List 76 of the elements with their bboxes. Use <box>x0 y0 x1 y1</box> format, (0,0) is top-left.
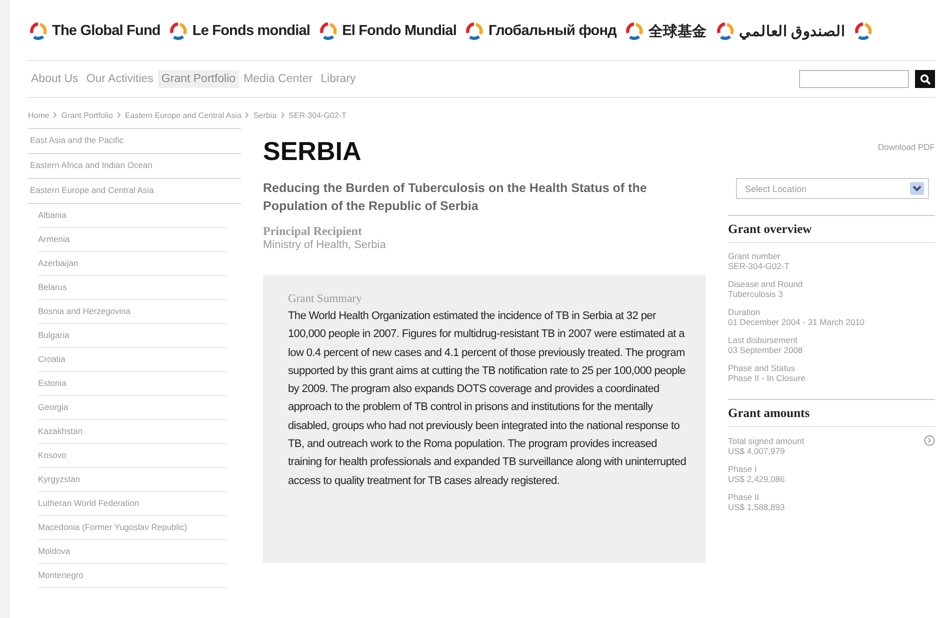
chevron-icon <box>53 112 58 118</box>
field-value: US$ 2,429,086 <box>728 474 786 484</box>
section-heading: Grant amounts <box>728 399 935 427</box>
sidebar-subitem[interactable]: Moldova <box>38 540 227 564</box>
logo-swirl-icon <box>624 21 644 41</box>
logo-wordmark: 全球基金 <box>648 22 707 40</box>
info-icon[interactable] <box>924 435 935 446</box>
search-button[interactable] <box>915 70 935 88</box>
download-link[interactable]: Download PDF <box>878 142 935 152</box>
logo-wordmark: Глобальный фонд <box>488 23 616 39</box>
logo-wordmark: Le Fonds mondial <box>192 23 310 39</box>
sidebar-item[interactable]: Eastern Africa and Indian Ocean <box>28 153 241 178</box>
field-value: Tuberculosis 3 <box>728 289 784 299</box>
logo-swirl-icon <box>168 21 188 41</box>
breadcrumb-link[interactable]: SER-304-G02-T <box>288 110 346 120</box>
breadcrumb-link[interactable]: Eastern Europe and Central Asia <box>124 110 242 120</box>
field-label: Grant number <box>728 251 780 261</box>
sidebar-subitem[interactable]: Lutheran World Federation <box>38 492 227 516</box>
logo-swirl-icon <box>852 21 873 41</box>
sidebar-subitem[interactable]: Montenegro <box>38 564 227 588</box>
chevron-icon <box>245 112 250 118</box>
breadcrumb-link[interactable]: Serbia <box>253 110 277 120</box>
breadcrumb-link[interactable]: Home <box>28 110 50 120</box>
sidebar-subitem[interactable]: Bulgaria <box>38 324 227 348</box>
field-value: 03 September 2008 <box>728 345 804 355</box>
sidebar-subitem[interactable]: Croatia <box>38 348 227 372</box>
nav-tab[interactable]: Our Activities <box>83 70 156 88</box>
sidebar-subitem[interactable]: Georgia <box>38 396 227 420</box>
summary-heading: Grant Summary <box>288 293 363 305</box>
sidebar-subitem[interactable]: Belarus <box>38 276 227 300</box>
field-label: Last disbursement <box>728 335 798 345</box>
sidebar-item[interactable]: East Asia and the Pacific <box>28 128 241 153</box>
field-value: US$ 4,007,979 <box>728 446 786 456</box>
field-value: 01 December 2004 - 31 March 2010 <box>728 317 866 327</box>
nav-tab[interactable]: Media Center <box>240 70 316 88</box>
chevron-icon <box>280 112 285 118</box>
sidebar-subitem[interactable]: Kyrgyzstan <box>38 468 227 492</box>
sidebar-subitem[interactable]: Bosnia and Herzegovina <box>38 300 227 324</box>
logo-swirl-icon <box>464 21 484 41</box>
field-label: Phase I <box>728 464 757 474</box>
field-label: Disease and Round <box>728 279 803 289</box>
sidebar-subitem[interactable]: Armenia <box>38 228 227 252</box>
page-title: SERBIA <box>262 136 362 167</box>
sidebar-subitem[interactable]: Macedonia (Former Yugoslav Republic) <box>38 516 227 540</box>
logo-wordmark: El Fondo Mundial <box>342 23 456 39</box>
breadcrumb-link[interactable]: Grant Portfolio <box>61 110 113 120</box>
chevron-icon <box>116 112 121 118</box>
summary-text: The World Health Organization estimated the incidence of TB in Serbia at 32 per 100,000 people in 2007. Figures for multidrug-resistant TB in 2007 were estimated at a low 0.4 percent of new cases and 4.1 percent of those previously treated. The program supported by this grant aims at cutting the TB notification rate to 25 per 100,000 people by 2009. The program also expands DOTS coverage and provides a coordinated approach to the problem of TB control in prisons and institutions for the mentally disabled, groups who had not previously been integrated into the national response to TB, and outreach work to the Roma population. The program provides increased training for health professionals and expanded TB surveillance along with uninterrupted access to quality treatment for TB cases already registered. <box>288 309 688 489</box>
logo-wordmark: The Global Fund <box>52 23 160 39</box>
field-label: Phase II <box>728 492 760 502</box>
sidebar-subitem[interactable]: Estonia <box>38 372 227 396</box>
nav-tab[interactable]: Library <box>318 70 359 88</box>
recipient-label: Principal Recipient <box>262 224 363 239</box>
nav-tab[interactable]: About Us <box>28 70 82 88</box>
search-icon <box>920 74 930 84</box>
field-label: Duration <box>728 307 760 317</box>
field-label: Total signed amount <box>728 436 804 446</box>
recipient-value: Ministry of Health, Serbia <box>262 239 387 251</box>
grant-title: Reducing the Burden of Tuberculosis on the Health Status of the Population of the Republic of Serbia <box>262 180 648 215</box>
field-value: SER-304-G02-T <box>728 261 790 271</box>
field-label: Phase and Status <box>728 363 796 373</box>
field-value: US$ 1,588,893 <box>728 502 786 512</box>
logo-swirl-icon <box>318 21 338 41</box>
location-dropdown[interactable]: Select Location <box>736 178 929 199</box>
logo-wordmark: الصندوق العالمي <box>738 22 845 40</box>
sidebar-subitem[interactable]: Azerbaijan <box>38 252 227 276</box>
logo-swirl-icon <box>714 21 735 41</box>
logo-swirl-icon <box>28 21 48 41</box>
sidebar-item[interactable]: Eastern Europe and Central Asia <box>28 178 241 204</box>
sidebar-subitem[interactable]: Kosovo <box>38 444 227 468</box>
search-field[interactable] <box>799 70 909 88</box>
nav-tab[interactable]: Grant Portfolio <box>158 70 239 88</box>
section-heading: Grant overview <box>728 215 935 243</box>
sidebar-subitem[interactable]: Albania <box>38 204 227 228</box>
field-value: Phase II - In Closure <box>728 373 806 383</box>
sidebar-subitem[interactable]: Kazakhstan <box>38 420 227 444</box>
